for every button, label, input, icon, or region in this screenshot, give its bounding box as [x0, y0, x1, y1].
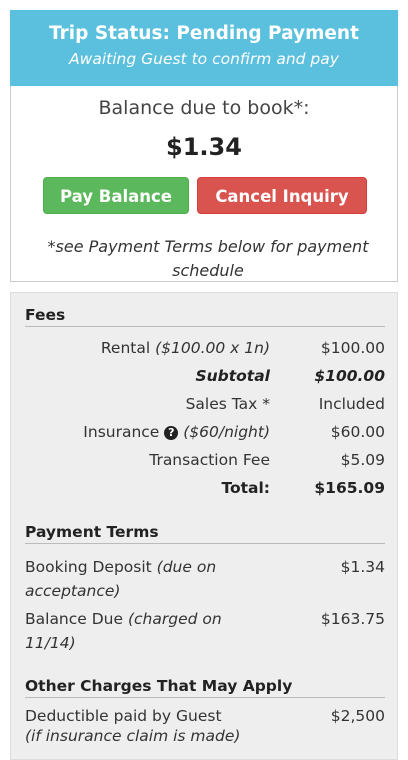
deductible-value: $2,500: [330, 707, 385, 725]
insurance-value: $60.00: [330, 423, 385, 441]
insurance-label-text: Insurance: [83, 423, 160, 441]
rental-detail: ($100.00 x 1n): [155, 339, 270, 357]
deductible-label: Deductible paid by Guest (if insurance cl…: [25, 706, 285, 746]
sales-tax-value: Included: [318, 395, 385, 413]
total-value: $165.09: [314, 479, 385, 497]
sales-tax-label: Sales Tax *: [185, 395, 270, 413]
balance-due-value: $163.75: [320, 610, 385, 628]
subtotal-value: $100.00: [314, 367, 385, 385]
rental-value: $100.00: [320, 339, 385, 357]
subtotal-label: Subtotal: [195, 367, 270, 385]
insurance-detail: ($60/night): [183, 423, 270, 441]
trip-details-panel: Fees Rental ($100.00 x 1n) $100.00 Subto…: [10, 292, 398, 760]
rental-label-text: Rental: [100, 339, 151, 357]
fees-heading: Fees: [25, 306, 385, 327]
trip-status-card: Trip Status: Pending Payment Awaiting Gu…: [10, 10, 398, 760]
status-subtitle: Awaiting Guest to confirm and pay: [69, 50, 339, 68]
balance-label: Balance due to book*:: [98, 97, 310, 119]
payment-terms-heading: Payment Terms: [25, 523, 385, 544]
transaction-fee-label: Transaction Fee: [149, 451, 270, 469]
booking-deposit-label-text: Booking Deposit: [25, 558, 152, 576]
other-charges-heading: Other Charges That May Apply: [25, 677, 385, 698]
deductible-detail: (if insurance claim is made): [25, 727, 241, 745]
cancel-inquiry-button[interactable]: Cancel Inquiry: [197, 177, 367, 214]
status-title: Trip Status: Pending Payment: [49, 23, 359, 44]
question-circle-icon[interactable]: ?: [164, 426, 179, 440]
deductible-label-text: Deductible paid by Guest: [25, 707, 222, 725]
pay-balance-button[interactable]: Pay Balance: [43, 177, 189, 214]
balance-due-label: Balance Due (charged on 11/14): [25, 607, 265, 655]
booking-deposit-label: Booking Deposit (due on acceptance): [25, 555, 265, 603]
total-label: Total:: [221, 479, 270, 497]
insurance-label: Insurance ? ($60/night): [83, 423, 270, 441]
balance-amount: $1.34: [166, 133, 242, 161]
balance-panel: Balance due to book*: $1.34 Pay Balance …: [10, 86, 398, 282]
balance-due-label-text: Balance Due: [25, 610, 124, 628]
payment-terms-note: *see Payment Terms below for payment sch…: [47, 237, 369, 280]
transaction-fee-value: $5.09: [340, 451, 385, 469]
status-header: Trip Status: Pending Payment Awaiting Gu…: [10, 10, 398, 86]
booking-deposit-value: $1.34: [340, 558, 385, 576]
rental-label: Rental ($100.00 x 1n): [101, 339, 270, 357]
